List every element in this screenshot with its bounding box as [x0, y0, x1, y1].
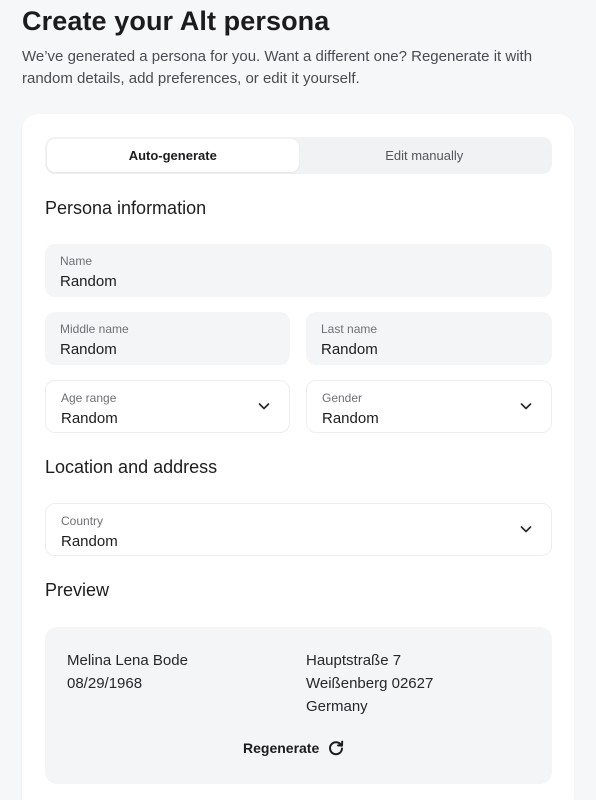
middle-name-field-value: Random	[60, 341, 117, 358]
middle-name-field-label: Middle name	[60, 322, 129, 336]
chevron-down-icon	[520, 403, 532, 410]
age-range-select-value: Random	[61, 410, 118, 427]
persona-information-heading: Persona information	[45, 198, 207, 218]
last-name-field-value: Random	[321, 341, 378, 358]
chevron-down-icon	[520, 526, 532, 533]
gender-select[interactable]: Gender Random	[306, 380, 552, 433]
gender-select-label: Gender	[322, 391, 363, 405]
mode-segmented-control: Auto-generate Edit manually	[45, 137, 552, 174]
regenerate-button-label: Regenerate	[243, 740, 320, 756]
gender-select-value: Random	[322, 410, 379, 427]
location-address-heading: Location and address	[45, 457, 218, 477]
tab-auto-generate[interactable]: Auto-generate	[47, 139, 299, 172]
country-select[interactable]: Country Random	[45, 503, 552, 556]
name-field-value: Random	[60, 273, 117, 290]
age-range-select[interactable]: Age range Random	[45, 380, 290, 433]
last-name-field[interactable]: Last name Random	[306, 312, 552, 365]
page-title: Create your Alt persona	[22, 6, 330, 36]
last-name-field-label: Last name	[321, 322, 378, 336]
name-field[interactable]: Name Random	[45, 244, 552, 297]
preview-street: Hauptstraße 7	[306, 652, 402, 669]
preview-city-zip: Weißenberg 02627	[306, 675, 434, 692]
chevron-down-icon	[258, 403, 270, 410]
age-range-select-label: Age range	[61, 391, 117, 405]
middle-name-field[interactable]: Middle name Random	[45, 312, 290, 365]
preview-birth-date: 08/29/1968	[67, 675, 143, 692]
refresh-icon	[329, 740, 344, 756]
country-select-value: Random	[61, 533, 118, 550]
regenerate-button[interactable]: Regenerate	[243, 739, 345, 757]
name-field-label: Name	[60, 254, 93, 268]
preview-full-name: Melina Lena Bode	[67, 652, 188, 669]
country-select-label: Country	[61, 514, 104, 528]
preview-heading: Preview	[45, 580, 110, 600]
tab-edit-manually[interactable]: Edit manually	[299, 139, 551, 172]
preview-country: Germany	[306, 698, 368, 715]
page-subtitle: We’ve generated a persona for you. Want …	[22, 48, 533, 87]
